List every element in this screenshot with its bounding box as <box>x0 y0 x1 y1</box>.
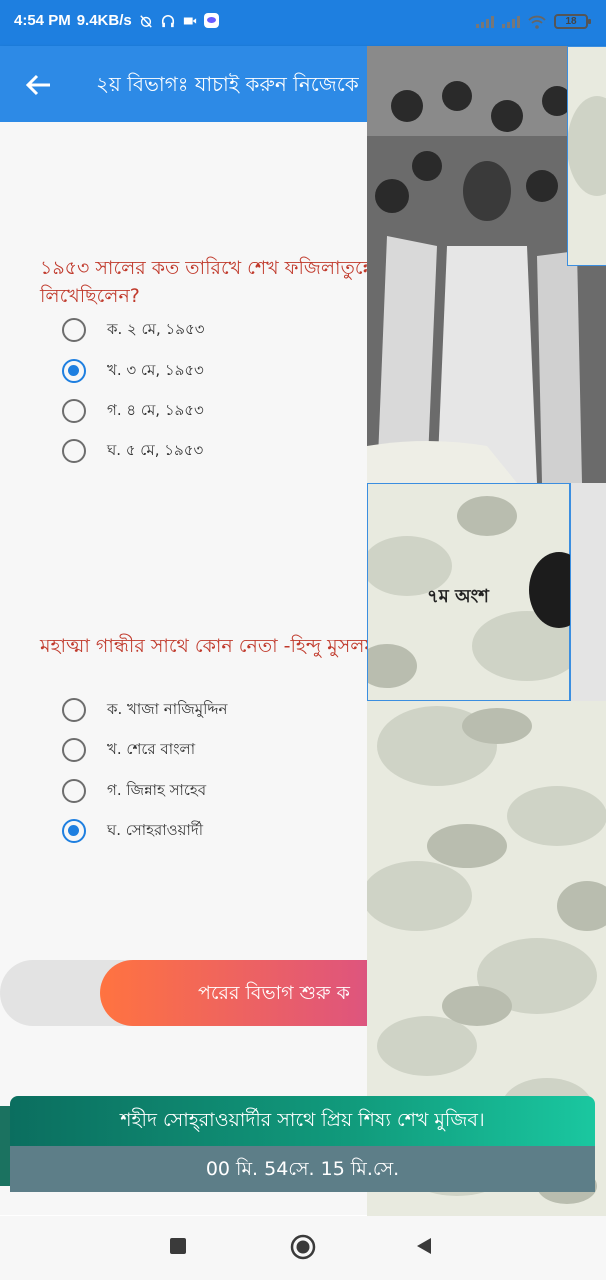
puzzle-piece-label: ৭ম অংশ <box>427 586 489 607</box>
countdown-timer: 00 মি. 54সে. 15 মি.সে. <box>10 1146 595 1192</box>
status-left: 4:54 PM 9.4KB/s <box>14 12 219 29</box>
triangle-left-icon[interactable] <box>414 1236 434 1256</box>
option-label: খ. ৩ মে, ১৯৫৩ <box>107 360 204 379</box>
option-label: খ. শেরে বাংলা <box>107 739 196 758</box>
status-bar: 4:54 PM 9.4KB/s 18 <box>0 0 606 46</box>
arrow-left-icon[interactable] <box>22 68 56 102</box>
status-right: 18 <box>476 14 591 29</box>
option-label: ঘ. সোহরাওয়ার্দী <box>107 820 204 839</box>
option-label: ক. খাজা নাজিমুদ্দিন <box>107 699 228 718</box>
photo-fragment <box>529 552 572 628</box>
question-2-option-b[interactable]: খ. শেরে বাংলা <box>62 736 195 764</box>
status-time: 4:54 PM <box>14 12 71 29</box>
question-1-option-a[interactable]: ক. ২ মে, ১৯৫৩ <box>62 316 204 344</box>
question-2-option-d[interactable]: ঘ. সোহরাওয়ার্দী <box>62 817 203 845</box>
question-1-option-c[interactable]: গ. ৪ মে, ১৯৫৩ <box>62 397 204 425</box>
radio-button[interactable] <box>62 439 86 463</box>
radio-button[interactable] <box>62 399 86 423</box>
headphones-icon <box>161 14 174 27</box>
radio-button-checked[interactable] <box>62 819 86 843</box>
wifi-icon <box>528 15 546 29</box>
system-nav-bar <box>0 1216 606 1280</box>
puzzle-piece-outline <box>567 46 606 266</box>
question-1-option-b[interactable]: খ. ৩ মে, ১৯৫৩ <box>62 357 204 385</box>
page-title: ২য় বিভাগঃ যাচাই করুন নিজেকে <box>96 72 359 96</box>
radio-button[interactable] <box>62 779 86 803</box>
battery-indicator: 18 <box>554 14 591 29</box>
puzzle-panel: ৭ম অংশ <box>367 46 606 1216</box>
square-icon[interactable] <box>168 1236 188 1256</box>
photo-fragment-edge <box>570 483 606 701</box>
option-label: গ. জিন্নাহ সাহেব <box>107 780 207 799</box>
question-2-option-c[interactable]: গ. জিন্নাহ সাহেব <box>62 777 206 805</box>
radio-button[interactable] <box>62 698 86 722</box>
signal-icon-2 <box>502 15 520 28</box>
network-speed: 9.4KB/s <box>76 12 132 29</box>
radio-button-checked[interactable] <box>62 359 86 383</box>
radio-button[interactable] <box>62 738 86 762</box>
photo-caption: শহীদ সোহ্‌রাওয়ার্দীর সাথে প্রিয় শিষ্য … <box>10 1096 595 1146</box>
question-2-option-a[interactable]: ক. খাজা নাজিমুদ্দিন <box>62 696 227 724</box>
radio-button[interactable] <box>62 318 86 342</box>
alarm-off-icon <box>139 14 152 28</box>
signal-icon <box>476 15 494 28</box>
option-label: গ. ৪ মে, ১৯৫৩ <box>107 400 204 419</box>
question-1-option-d[interactable]: ঘ. ৫ মে, ১৯৫৩ <box>62 437 203 465</box>
messenger-icon <box>203 13 219 28</box>
option-label: ঘ. ৫ মে, ১৯৫৩ <box>107 440 204 459</box>
circle-icon[interactable] <box>290 1234 316 1260</box>
video-icon <box>183 17 196 24</box>
option-label: ক. ২ মে, ১৯৫৩ <box>107 319 205 338</box>
